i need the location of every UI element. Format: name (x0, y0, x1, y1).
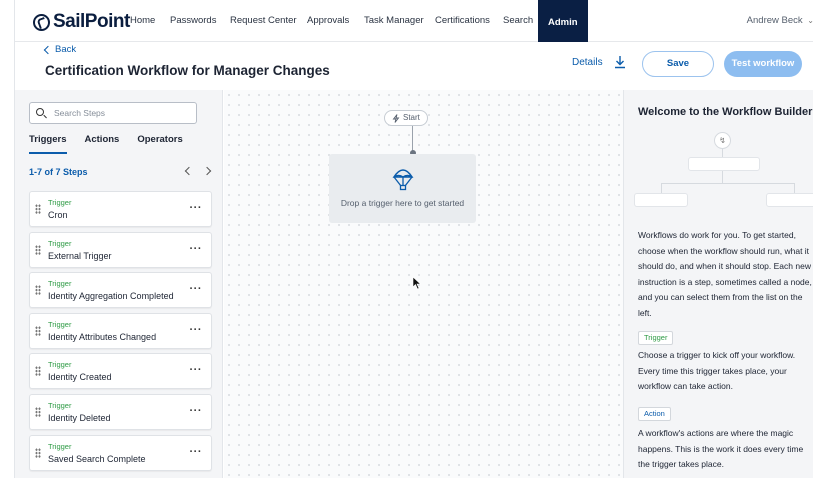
save-button[interactable]: Save (642, 51, 714, 77)
list-item[interactable]: Trigger External Trigger ··· (29, 231, 212, 268)
step-name: Identity Created (48, 372, 112, 383)
dropzone-text: Drop a trigger here to get started (340, 198, 465, 208)
list-item[interactable]: Trigger Identity Attributes Changed ··· (29, 312, 212, 349)
action-description: A workflow's actions are where the magic… (638, 428, 804, 469)
details-link[interactable]: Details (572, 57, 603, 68)
back-label: Back (55, 44, 77, 55)
help-panel: Welcome to the Workflow Builder ↯ Workfl… (623, 90, 813, 478)
step-type: Trigger (48, 360, 72, 370)
pager (184, 164, 212, 176)
trigger-tag: Trigger (638, 331, 674, 345)
lightning-icon (392, 113, 400, 123)
search-steps-input[interactable]: Search Steps (29, 102, 197, 124)
user-menu[interactable]: Andrew Beck ⌄ (747, 0, 813, 42)
mouse-cursor-icon (412, 276, 422, 290)
step-type: Trigger (48, 441, 72, 451)
chevron-left-icon (43, 45, 53, 54)
chevron-left-icon[interactable] (184, 166, 194, 176)
nav-search[interactable]: Search (503, 0, 533, 42)
action-tag: Action (638, 407, 671, 421)
diagram-node (688, 157, 760, 171)
intro-text: Workflows do work for you. To get starte… (638, 230, 812, 318)
step-type: Trigger (48, 400, 72, 410)
trigger-description: Choose a trigger to kick off your workfl… (638, 350, 796, 391)
steps-panel: Search Steps Triggers Actions Operators … (15, 90, 223, 478)
step-name: External Trigger (48, 250, 112, 261)
drag-handle-icon[interactable] (35, 244, 41, 255)
parachute-icon (392, 169, 414, 191)
sailpoint-logo[interactable]: SailPoint (33, 11, 130, 33)
user-name: Andrew Beck (746, 15, 803, 26)
page-title: Certification Workflow for Manager Chang… (45, 63, 330, 78)
more-options-icon[interactable]: ··· (190, 243, 203, 255)
trigger-dropzone[interactable]: Drop a trigger here to get started (329, 154, 476, 223)
nav-request-center[interactable]: Request Center (230, 0, 297, 42)
connector-line (412, 126, 413, 152)
nav-approvals[interactable]: Approvals (307, 0, 349, 42)
step-name: Saved Search Complete (48, 453, 146, 464)
start-label: Start (403, 113, 420, 122)
step-type: Trigger (48, 198, 72, 207)
tab-triggers[interactable]: Triggers (29, 134, 67, 154)
chevron-right-icon[interactable] (202, 166, 212, 176)
sailpoint-logo-icon (33, 13, 50, 31)
list-item[interactable]: Trigger Identity Created ··· (29, 353, 212, 390)
drag-handle-icon[interactable] (35, 204, 41, 214)
more-options-icon[interactable]: ··· (190, 324, 203, 336)
list-item[interactable]: Trigger Saved Search Complete ··· (29, 434, 212, 471)
lightning-icon: ↯ (714, 132, 731, 149)
diagram-line (722, 171, 723, 183)
list-item[interactable]: Trigger Identity Aggregation Completed ·… (29, 272, 212, 309)
step-name: Identity Deleted (48, 412, 111, 423)
nav-home[interactable]: Home (130, 0, 155, 42)
more-options-icon[interactable]: ··· (190, 446, 203, 458)
drag-handle-icon[interactable] (35, 447, 41, 458)
diagram-line (661, 183, 662, 193)
nav-certifications[interactable]: Certifications (435, 0, 490, 42)
diagram-line (722, 149, 723, 157)
nav-admin[interactable]: Admin (538, 0, 588, 42)
download-icon[interactable] (613, 54, 627, 70)
app-frame: SailPoint Home Passwords Request Center … (14, 0, 813, 478)
step-name: Identity Aggregation Completed (48, 291, 174, 302)
diagram-node (766, 193, 813, 207)
diagram-node (634, 193, 688, 207)
search-placeholder: Search Steps (54, 108, 106, 118)
step-type: Trigger (48, 279, 72, 289)
diagram-line (794, 183, 795, 193)
workflow-canvas[interactable]: Start Drop a trigger here to get started (224, 90, 623, 478)
nav-task-manager[interactable]: Task Manager (364, 0, 424, 42)
search-icon (36, 108, 44, 116)
drag-handle-icon[interactable] (35, 325, 41, 336)
more-options-icon[interactable]: ··· (190, 364, 203, 376)
step-name: Identity Attributes Changed (48, 331, 157, 342)
chevron-down-icon: ⌄ (807, 16, 813, 25)
step-list: Trigger Cron ··· Trigger External Trigge… (29, 191, 212, 475)
diagram-line (661, 183, 794, 184)
drag-handle-icon[interactable] (35, 285, 41, 296)
tab-operators[interactable]: Operators (137, 134, 182, 154)
top-nav: SailPoint Home Passwords Request Center … (15, 0, 813, 42)
more-options-icon[interactable]: ··· (190, 405, 203, 417)
nav-passwords[interactable]: Passwords (170, 0, 216, 42)
step-name: Cron (48, 210, 68, 220)
more-options-icon[interactable]: ··· (190, 202, 203, 214)
tab-actions[interactable]: Actions (85, 134, 120, 154)
welcome-title: Welcome to the Workflow Builder (638, 106, 813, 118)
drag-handle-icon[interactable] (35, 406, 41, 417)
back-link[interactable]: Back (43, 44, 77, 55)
step-tabs: Triggers Actions Operators (29, 134, 201, 154)
step-type: Trigger (48, 238, 72, 248)
more-options-icon[interactable]: ··· (190, 283, 203, 295)
steps-count: 1-7 of 7 Steps (29, 167, 88, 177)
list-item[interactable]: Trigger Identity Deleted ··· (29, 393, 212, 430)
list-item[interactable]: Trigger Cron ··· (29, 191, 212, 227)
test-workflow-button[interactable]: Test workflow (724, 51, 802, 77)
logo-text: SailPoint (53, 11, 130, 32)
drag-handle-icon[interactable] (35, 366, 41, 377)
step-type: Trigger (48, 319, 72, 329)
start-node[interactable]: Start (384, 110, 428, 126)
